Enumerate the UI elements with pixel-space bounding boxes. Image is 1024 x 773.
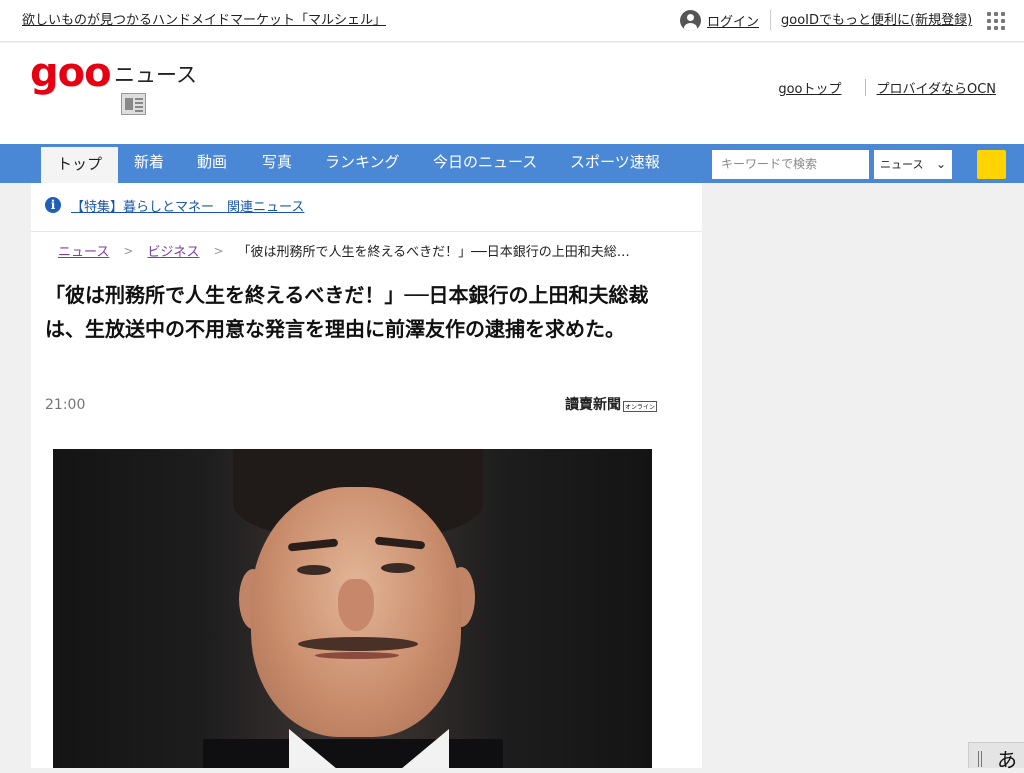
tab-new[interactable]: 新着 (134, 144, 164, 183)
tab-top[interactable]: トップ (41, 147, 119, 183)
feature-banner: i 【特集】暮らしとマネー 関連ニュース (31, 183, 702, 232)
breadcrumb-business[interactable]: ビジネス (147, 241, 199, 260)
breadcrumb-news[interactable]: ニュース (58, 241, 109, 260)
chevron-down-icon: ⌄ (935, 157, 946, 171)
photo-mouth (315, 652, 399, 659)
divider (865, 79, 867, 96)
site-header: goo ニュース gooトップ プロバイダならOCN (0, 43, 1024, 144)
search-input[interactable]: キーワードで検索 (712, 150, 869, 179)
goo-top-link[interactable]: gooトップ (778, 78, 841, 97)
breadcrumb: ニュース > ビジネス > 「彼は刑務所で人生を終えるべきだ！」──日本銀行の上… (58, 241, 630, 261)
promo-link[interactable]: 欲しいものが見つかるハンドメイドマーケット「マルシェル」 (22, 9, 386, 28)
article-panel: i 【特集】暮らしとマネー 関連ニュース ニュース > ビジネス > 「彼は刑務… (31, 183, 702, 768)
ime-grip-icon (978, 751, 982, 767)
tab-video[interactable]: 動画 (197, 144, 227, 183)
divider (770, 10, 771, 30)
apps-grid-icon[interactable] (987, 12, 1005, 30)
article-time: 21:00 (45, 397, 86, 413)
search-scope-value: ニュース (880, 158, 924, 171)
ime-indicator[interactable]: あ (968, 742, 1024, 772)
tab-photo[interactable]: 写真 (262, 144, 292, 183)
section-title[interactable]: ニュース (114, 59, 197, 89)
photo-nose (338, 579, 374, 631)
goo-logo[interactable]: goo (30, 53, 112, 93)
chevron-right-icon: > (123, 243, 134, 258)
search-scope-select[interactable]: ニュース ⌄ (874, 150, 952, 179)
article-photo[interactable] (53, 449, 652, 768)
photo-eye (381, 563, 415, 573)
user-icon (680, 9, 701, 31)
ocn-link[interactable]: プロバイダならOCN (876, 78, 996, 97)
source-name: 讀賣新聞 (565, 397, 621, 413)
main-nav: トップ 新着 動画 写真 ランキング 今日のニュース スポーツ速報 キーワードで… (0, 144, 1024, 183)
tab-today[interactable]: 今日のニュース (433, 144, 537, 183)
source-logo: 讀賣新聞 オンライン (565, 397, 658, 414)
chevron-right-icon: > (213, 243, 224, 258)
login-link[interactable]: ログイン (680, 9, 759, 31)
article-title: 「彼は刑務所で人生を終えるべきだ！」──日本銀行の上田和夫総裁は、生放送中の不用… (45, 283, 649, 341)
photo-eye (297, 565, 331, 575)
top-bar: 欲しいものが見つかるハンドメイドマーケット「マルシェル」 ログイン gooIDで… (0, 0, 1024, 42)
source-tag: オンライン (623, 401, 658, 412)
register-link[interactable]: gooIDでもっと便利に(新規登録) (781, 9, 972, 28)
tab-ranking[interactable]: ランキング (325, 144, 400, 183)
ime-mode: あ (997, 748, 1017, 772)
feature-link[interactable]: 【特集】暮らしとマネー 関連ニュース (71, 196, 304, 215)
breadcrumb-current: 「彼は刑務所で人生を終えるべきだ！」──日本銀行の上田和夫総… (237, 245, 630, 260)
login-label: ログイン (707, 14, 760, 30)
info-icon: i (45, 197, 61, 213)
tab-sports[interactable]: スポーツ速報 (570, 144, 660, 183)
header-links: gooトップ プロバイダならOCN (778, 78, 996, 97)
newspaper-icon (121, 93, 146, 115)
photo-suit (203, 739, 503, 768)
search-button[interactable] (977, 150, 1006, 179)
photo-mustache (298, 637, 418, 651)
